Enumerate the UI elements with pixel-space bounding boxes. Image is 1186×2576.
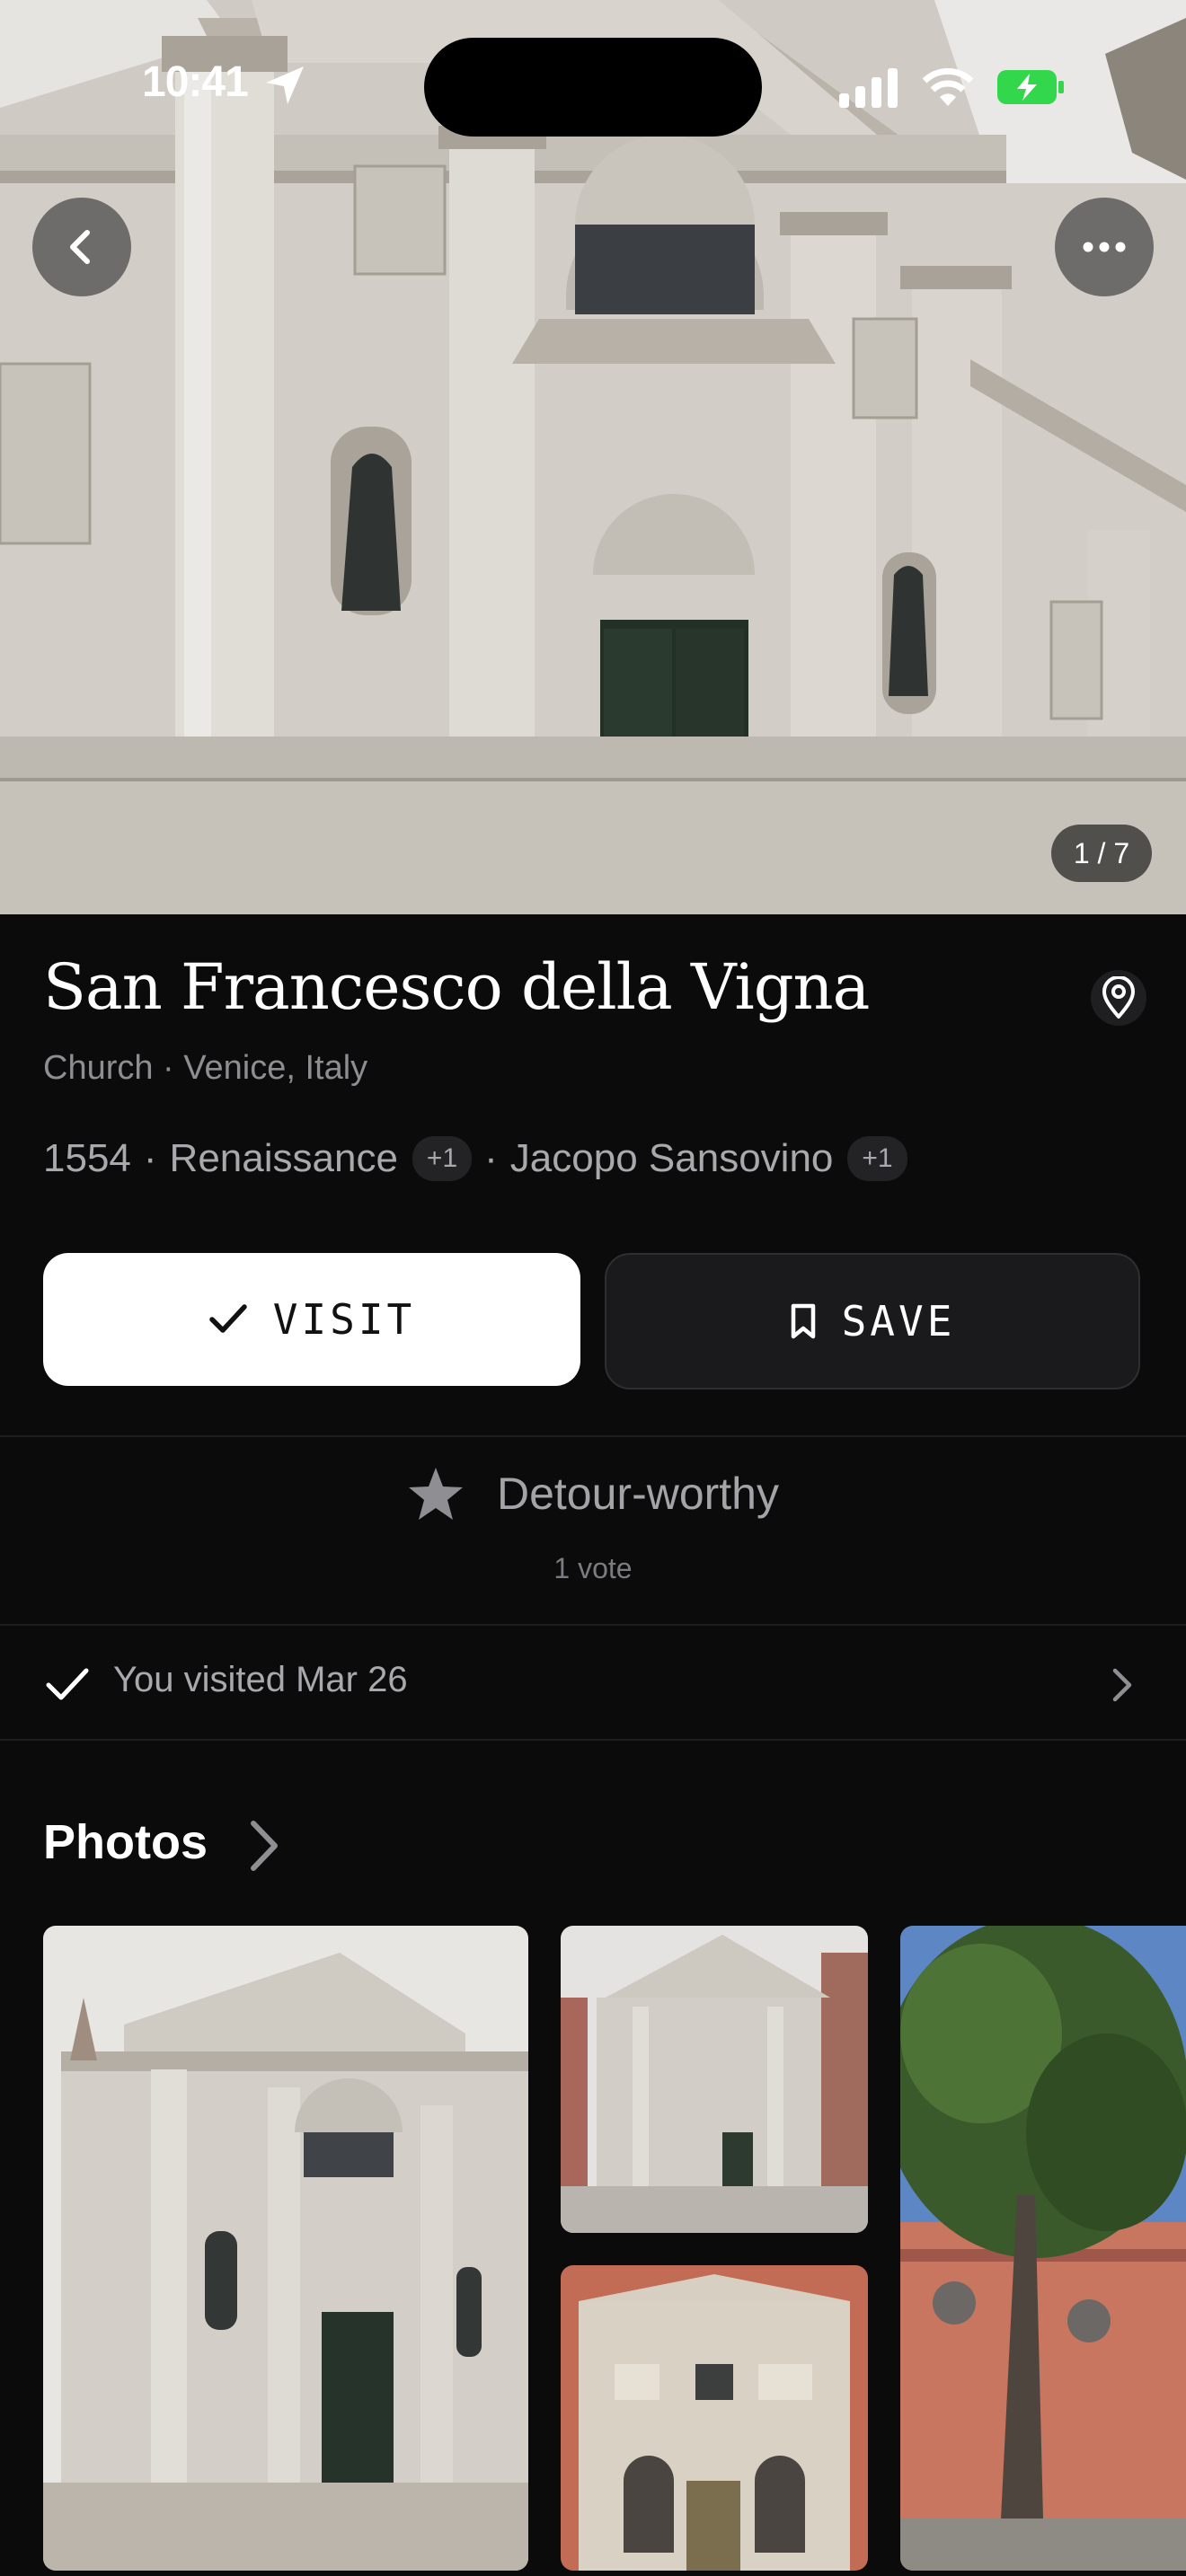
church-photo <box>43 1926 528 2571</box>
star-icon <box>409 1468 463 1520</box>
ellipsis-icon <box>1083 242 1126 252</box>
save-button[interactable]: SAVE <box>605 1253 1140 1389</box>
divider <box>0 1624 1186 1626</box>
architect-more-chip[interactable]: +1 <box>847 1136 907 1181</box>
photo-thumbnail[interactable] <box>561 2265 868 2571</box>
divider <box>0 1435 1186 1437</box>
rating-label: Detour-worthy <box>497 1469 779 1519</box>
rating-summary[interactable]: Detour-worthy <box>0 1466 1186 1522</box>
tree-photo <box>900 1926 1186 2571</box>
place-subtitle: Church · Venice, Italy <box>43 1049 368 1087</box>
visit-button[interactable]: VISIT <box>43 1253 580 1386</box>
visited-date: You visited Mar 26 <box>113 1660 408 1699</box>
save-label: SAVE <box>841 1297 956 1345</box>
chevron-left-icon <box>70 230 90 264</box>
place-metadata: 1554 · Renaissance +1 · Jacopo Sansovino… <box>43 1130 920 1187</box>
church-photo <box>561 1926 868 2233</box>
year-built: 1554 <box>43 1136 131 1180</box>
map-pin-icon <box>1102 976 1135 1019</box>
vote-count: 1 vote <box>553 1552 633 1584</box>
style-more-chip[interactable]: +1 <box>412 1136 473 1181</box>
cellular-signal-icon <box>839 68 898 108</box>
separator: · <box>484 1136 498 1180</box>
more-options-button[interactable] <box>1055 198 1154 296</box>
photo-counter: 1 / 7 <box>1051 825 1152 882</box>
bookmark-icon <box>791 1303 815 1339</box>
dynamic-island <box>424 38 762 137</box>
wifi-icon <box>922 67 974 106</box>
separator: · <box>143 1136 157 1180</box>
architect-link[interactable]: Jacopo Sansovino <box>510 1136 834 1181</box>
checkmark-icon <box>209 1304 247 1333</box>
place-title: San Francesco della Vigna <box>43 950 870 1024</box>
style-link[interactable]: Renaissance <box>170 1136 398 1181</box>
checkmark-icon <box>46 1668 89 1700</box>
status-bar-time: 10:41 <box>142 58 249 106</box>
visit-label: VISIT <box>272 1295 416 1344</box>
chapel-photo <box>561 2265 868 2571</box>
chevron-right-icon <box>1112 1668 1132 1702</box>
photo-thumbnail[interactable] <box>43 1926 528 2571</box>
back-button[interactable] <box>32 198 131 296</box>
divider <box>0 1739 1186 1741</box>
map-button[interactable] <box>1091 970 1146 1026</box>
chevron-right-icon[interactable] <box>248 1818 280 1874</box>
photos-heading[interactable]: Photos <box>43 1814 208 1870</box>
battery-charging-icon <box>997 70 1064 104</box>
photo-thumbnail[interactable] <box>561 1926 868 2233</box>
hero-photo[interactable] <box>0 0 1186 914</box>
photo-thumbnail[interactable] <box>900 1926 1186 2571</box>
location-arrow-icon <box>266 66 304 104</box>
church-facade-image <box>0 0 1186 914</box>
